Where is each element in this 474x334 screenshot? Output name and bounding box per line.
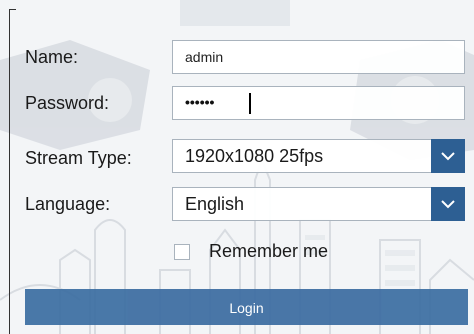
login-button[interactable]: Login <box>25 289 468 325</box>
text-caret <box>249 93 251 114</box>
login-form: Name: Password: •••••• Stream Type: 1920… <box>0 0 474 334</box>
stream-type-dropdown-button[interactable] <box>431 139 465 173</box>
remember-me-label: Remember me <box>209 241 329 261</box>
remember-me-checkbox[interactable] <box>174 244 190 260</box>
name-field[interactable] <box>172 40 465 74</box>
remember-me-row[interactable]: Remember me <box>174 241 374 265</box>
stream-type-select[interactable]: 1920x1080 25fps <box>172 139 465 173</box>
password-field[interactable]: •••••• <box>172 86 465 120</box>
stream-type-label: Stream Type: <box>25 148 132 168</box>
name-label: Name: <box>25 47 79 67</box>
language-label: Language: <box>25 194 111 214</box>
stream-type-value: 1920x1080 25fps <box>185 146 324 166</box>
password-masked-value: •••••• <box>185 94 215 110</box>
language-dropdown-button[interactable] <box>431 187 465 221</box>
password-label: Password: <box>25 93 110 113</box>
language-select[interactable]: English <box>172 187 465 221</box>
chevron-down-icon <box>441 200 455 209</box>
name-input[interactable] <box>173 41 464 73</box>
language-value: English <box>185 194 245 214</box>
chevron-down-icon <box>441 152 455 161</box>
